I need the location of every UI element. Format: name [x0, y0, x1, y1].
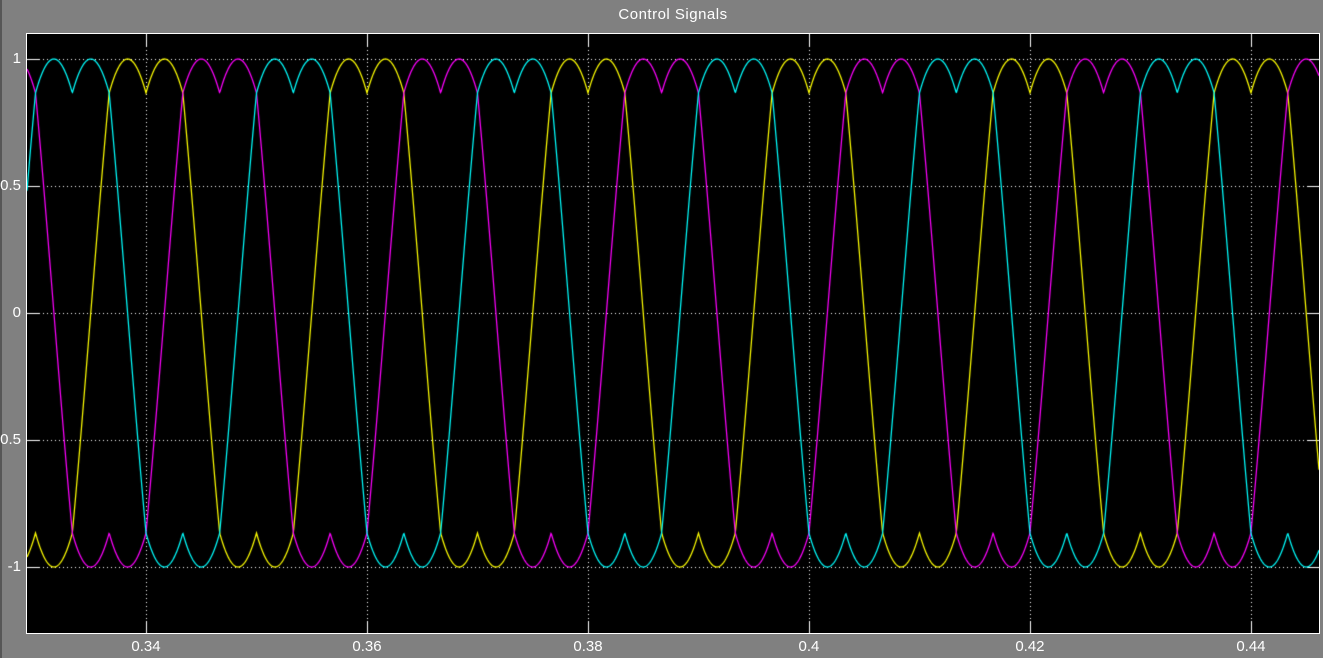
x-tick-label: 0.36 — [337, 638, 397, 655]
x-tick-label: 0.38 — [558, 638, 618, 655]
y-tick-label: -0.5 — [0, 432, 21, 448]
x-tick-label: 0.34 — [116, 638, 176, 655]
waveform-canvas — [27, 34, 1319, 633]
window-left-bevel — [0, 0, 2, 658]
y-tick-label: -1 — [8, 559, 21, 575]
scope-figure: Control Signals 0.340.360.380.40.420.44 … — [0, 0, 1323, 658]
x-tick-label: 0.44 — [1221, 638, 1281, 655]
x-tick-label: 0.42 — [1000, 638, 1060, 655]
x-tick-label: 0.4 — [779, 638, 839, 655]
chart-title: Control Signals — [26, 6, 1320, 23]
y-tick-label: 0 — [13, 305, 21, 321]
y-tick-label: 1 — [13, 51, 21, 67]
y-tick-label: 0.5 — [0, 178, 21, 194]
plot-area — [26, 33, 1320, 634]
